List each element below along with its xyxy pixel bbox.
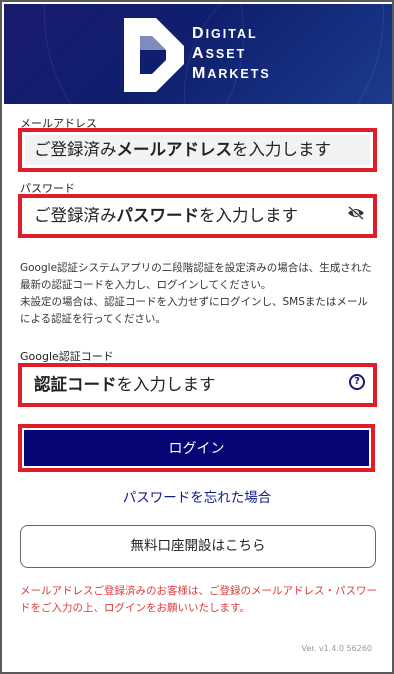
version-text: Ver. v1.4.0 56260 bbox=[301, 644, 373, 653]
email-field[interactable]: ご登録済みメールアドレスを入力します bbox=[25, 135, 370, 165]
eye-slash-icon[interactable] bbox=[347, 206, 365, 220]
auth-code-field[interactable]: 認証コードを入力します bbox=[25, 370, 370, 400]
forgot-password-link[interactable]: パスワードを忘れた場合 bbox=[2, 486, 392, 506]
brand-line-digital: DIGITAL bbox=[192, 25, 258, 42]
two-factor-note-line1: Google認証システムアプリの二段階認証を設定済みの場合は、生成された最新の認… bbox=[20, 262, 372, 291]
password-field[interactable]: ご登録済みパスワードを入力します bbox=[25, 201, 370, 231]
question-circle-icon[interactable]: ? bbox=[349, 374, 365, 390]
code-label: Google認証コード bbox=[20, 350, 114, 363]
login-button[interactable]: ログイン bbox=[24, 430, 369, 466]
email-field-highlight: ご登録済みメールアドレスを入力します bbox=[18, 128, 377, 172]
login-screen: DIGITAL ASSET MARKETS メールアドレス ご登録済みメールアド… bbox=[0, 0, 394, 674]
brand-line-asset: ASSET bbox=[192, 45, 247, 62]
login-warning: メールアドレスご登録済みのお客様は、ご登録のメールアドレス・パスワードをご入力の… bbox=[20, 585, 377, 614]
two-factor-note-line2: 未設定の場合は、認証コードを入力せずにログインし、SMSまたはメールによる認証を… bbox=[20, 296, 368, 325]
brand-name: DIGITAL ASSET MARKETS bbox=[192, 24, 271, 84]
login-button-highlight: ログイン bbox=[18, 424, 375, 472]
password-field-highlight: ご登録済みパスワードを入力します bbox=[18, 194, 377, 238]
code-field-highlight: 認証コードを入力します ? bbox=[18, 363, 377, 407]
brand-line-markets: MARKETS bbox=[192, 65, 271, 82]
two-factor-note: Google認証システムアプリの二段階認証を設定済みの場合は、生成された最新の認… bbox=[20, 260, 378, 328]
brand-header: DIGITAL ASSET MARKETS bbox=[4, 4, 392, 104]
open-account-button[interactable]: 無料口座開設はこちら bbox=[20, 525, 376, 568]
d-shape-logo-icon bbox=[124, 18, 184, 92]
